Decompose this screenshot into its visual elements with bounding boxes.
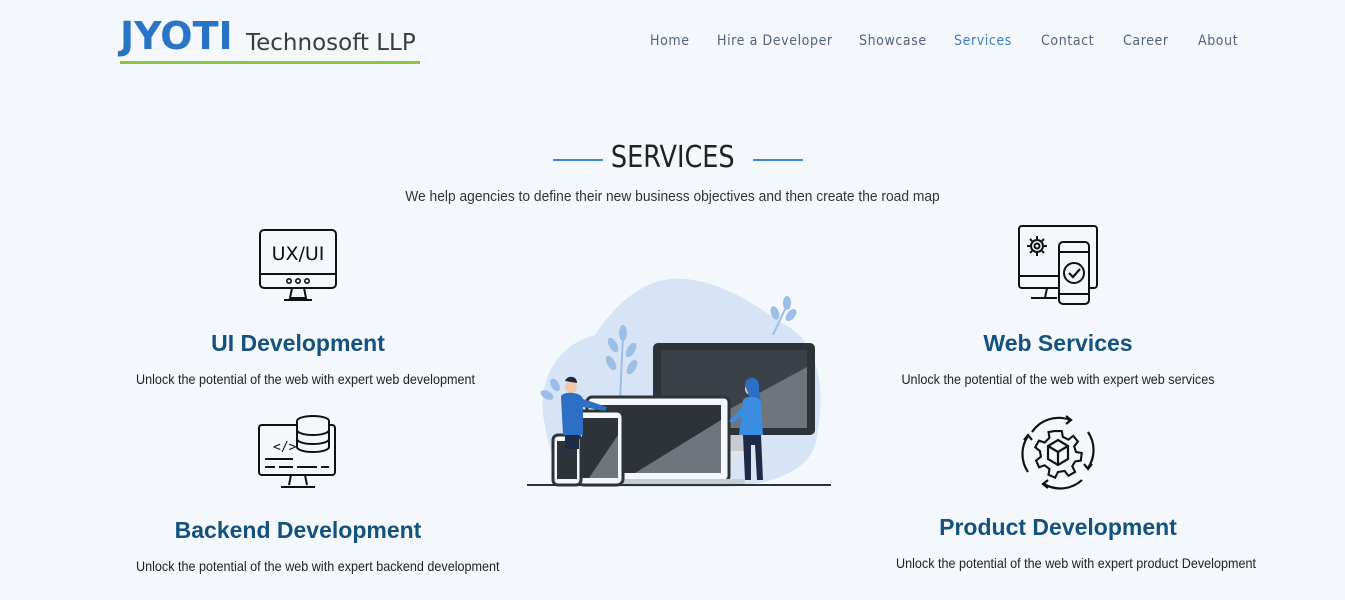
service-description: Unlock the potential of the web with exp… — [896, 555, 1257, 571]
svg-text:UX/UI: UX/UI — [272, 243, 325, 265]
nav-contact[interactable]: Contact — [1041, 33, 1123, 49]
nav-career[interactable]: Career — [1123, 33, 1198, 49]
database-code-monitor-icon: </> — [258, 415, 336, 488]
nav-showcase[interactable]: Showcase — [859, 33, 954, 49]
service-title: Web Services — [983, 330, 1133, 356]
page-title: SERVICES — [610, 140, 735, 175]
heading-line-left — [553, 159, 603, 161]
service-description: Unlock the potential of the web with exp… — [901, 371, 1215, 387]
nav-about[interactable]: About — [1198, 33, 1248, 49]
devices-illustration — [527, 278, 831, 487]
web-services-devices-icon — [1018, 225, 1098, 305]
service-title: UI Development — [211, 330, 385, 356]
section-heading: SERVICES — [0, 140, 1345, 175]
service-title: Backend Development — [174, 517, 422, 543]
service-title: Product Development — [939, 514, 1177, 540]
section-subtitle: We help agencies to define their new bus… — [405, 188, 940, 205]
brand-underline — [120, 61, 420, 64]
ux-ui-monitor-icon: UX/UI — [259, 229, 337, 301]
nav-home[interactable]: Home — [650, 33, 717, 49]
service-description: Unlock the potential of the web with exp… — [136, 371, 476, 387]
service-web-services: Web Services Unlock the potential of the… — [878, 224, 1238, 387]
main-nav: Home Hire a Developer Showcase Services … — [650, 33, 1248, 49]
gear-cube-cycle-icon — [1021, 415, 1095, 490]
service-product-development: Product Development Unlock the potential… — [878, 410, 1257, 571]
nav-services[interactable]: Services — [954, 33, 1041, 49]
brand-name-primary: JYOTI — [120, 14, 233, 58]
svg-text:</>: </> — [273, 440, 297, 455]
brand-name-secondary: Technosoft LLP — [246, 30, 416, 56]
service-ui-development: UX/UI UI Development Unlock the potentia… — [118, 228, 478, 387]
service-description: Unlock the potential of the web with exp… — [136, 558, 500, 574]
heading-line-right — [753, 159, 803, 161]
nav-hire-a-developer[interactable]: Hire a Developer — [717, 33, 859, 49]
service-backend-development: </> Backend Development Unlock the poten… — [118, 413, 500, 574]
